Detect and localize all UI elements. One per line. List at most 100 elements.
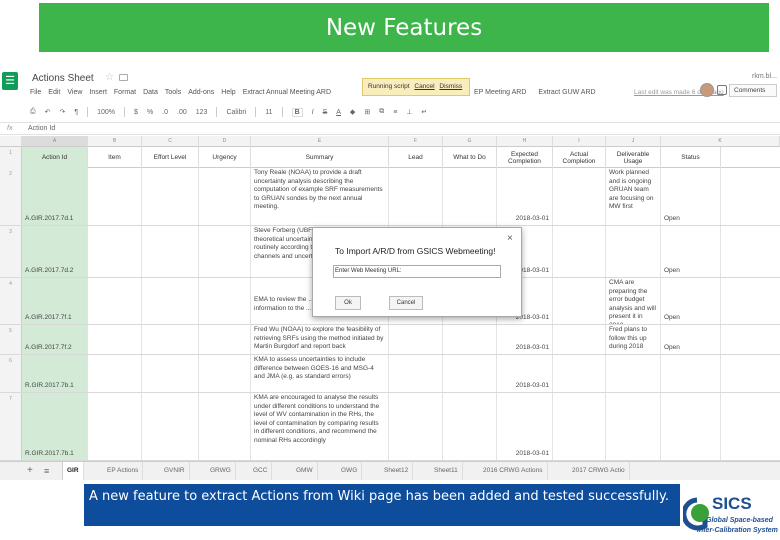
- cell-what-to-do[interactable]: [443, 325, 497, 354]
- select-all-corner[interactable]: [0, 136, 22, 147]
- header-summary[interactable]: Summary: [251, 147, 389, 168]
- formula-input[interactable]: Action Id: [28, 125, 55, 132]
- add-sheet-icon[interactable]: +: [27, 465, 33, 476]
- menu-addons[interactable]: Add-ons: [188, 89, 214, 101]
- cell-deliverable-usage[interactable]: [606, 393, 661, 460]
- cell-lead[interactable]: [389, 168, 443, 225]
- cell-item[interactable]: [88, 278, 142, 324]
- cell-status[interactable]: Open: [661, 226, 721, 277]
- cell-deliverable-usage[interactable]: [606, 355, 661, 392]
- text-color-button[interactable]: A: [336, 109, 341, 116]
- column-header-g[interactable]: G: [443, 136, 497, 147]
- column-header-j[interactable]: J: [606, 136, 661, 147]
- cell-status[interactable]: [661, 393, 721, 460]
- menu-extract-ep-meeting[interactable]: EP Meeting ARD: [474, 89, 526, 96]
- cell-lead[interactable]: [389, 355, 443, 392]
- comments-icon[interactable]: [717, 85, 727, 95]
- cell-action-id[interactable]: A.GIR.2017.7f.2: [22, 325, 88, 354]
- column-header-b[interactable]: B: [88, 136, 142, 147]
- cancel-button[interactable]: Cancel: [389, 296, 423, 310]
- italic-button[interactable]: I: [312, 109, 314, 116]
- cell-summary[interactable]: Fred Wu (NOAA) to explore the feasibilit…: [251, 325, 389, 354]
- cell-status[interactable]: Open: [661, 278, 721, 324]
- row-number[interactable]: 7: [0, 393, 22, 460]
- cell-summary[interactable]: KMA are encouraged to analyse the result…: [251, 393, 389, 460]
- align-icon[interactable]: ≡: [393, 109, 397, 116]
- menu-insert[interactable]: Insert: [89, 89, 107, 101]
- header-what-to-do[interactable]: What to Do: [443, 147, 497, 168]
- column-header-f[interactable]: F: [389, 136, 443, 147]
- currency-format-button[interactable]: $: [134, 109, 138, 116]
- header-lead[interactable]: Lead: [389, 147, 443, 168]
- cell-actual-completion[interactable]: [553, 325, 606, 354]
- cell-action-id[interactable]: A.GIR.2017.7d.2: [22, 226, 88, 277]
- cell-urgency[interactable]: [199, 278, 251, 324]
- tab-gwg[interactable]: GWG: [337, 462, 363, 480]
- font-size-select[interactable]: 11: [265, 109, 272, 116]
- cell-status[interactable]: Open: [661, 325, 721, 354]
- tab-gmw[interactable]: GMW: [292, 462, 318, 480]
- menu-format[interactable]: Format: [114, 89, 136, 101]
- cell-effort[interactable]: [142, 168, 199, 225]
- menu-help[interactable]: Help: [221, 89, 235, 101]
- cell-urgency[interactable]: [199, 325, 251, 354]
- header-item[interactable]: Item: [88, 147, 142, 168]
- merge-cells-icon[interactable]: ⧉: [379, 108, 384, 116]
- cell-item[interactable]: [88, 325, 142, 354]
- column-header-k[interactable]: K: [661, 136, 780, 147]
- cell-action-id[interactable]: A.GIR.2017.7d.1: [22, 168, 88, 225]
- header-urgency[interactable]: Urgency: [199, 147, 251, 168]
- cell-deliverable-usage[interactable]: Work planned and is ongoing GRUAN team a…: [606, 168, 661, 225]
- menu-file[interactable]: File: [30, 89, 41, 101]
- header-actual-completion[interactable]: Actual Completion: [553, 147, 606, 168]
- cell-action-id[interactable]: R.GIR.2017.7b.1: [22, 393, 88, 460]
- cell-item[interactable]: [88, 168, 142, 225]
- row-number[interactable]: 4: [0, 278, 22, 324]
- cell-status[interactable]: Open: [661, 168, 721, 225]
- menu-tools[interactable]: Tools: [165, 89, 181, 101]
- menu-edit[interactable]: Edit: [48, 89, 60, 101]
- cell-urgency[interactable]: [199, 393, 251, 460]
- cell-summary[interactable]: KMA to assess uncertainties to include d…: [251, 355, 389, 392]
- column-header-e[interactable]: E: [251, 136, 389, 147]
- cell-actual-completion[interactable]: [553, 355, 606, 392]
- valign-icon[interactable]: ⊥: [406, 108, 412, 116]
- cell-expected-completion[interactable]: 2018-03-01: [497, 355, 553, 392]
- cell-urgency[interactable]: [199, 226, 251, 277]
- menu-extract-annual-meeting[interactable]: Extract Annual Meeting ARD: [243, 89, 331, 101]
- comments-button[interactable]: Comments: [729, 84, 777, 97]
- cell-actual-completion[interactable]: [553, 226, 606, 277]
- avatar[interactable]: [700, 83, 714, 97]
- sheets-app-icon[interactable]: ☰: [2, 72, 18, 90]
- running-script-dismiss-link[interactable]: Dismiss: [439, 83, 462, 90]
- cell-actual-completion[interactable]: [553, 168, 606, 225]
- cell-what-to-do[interactable]: [443, 355, 497, 392]
- cell-item[interactable]: [88, 226, 142, 277]
- cell-deliverable-usage[interactable]: CMA are preparing the error budget analy…: [606, 278, 661, 324]
- folder-icon[interactable]: [119, 74, 128, 81]
- increase-decimals-button[interactable]: .00: [177, 109, 187, 116]
- decrease-decimals-button[interactable]: .0: [162, 109, 168, 116]
- row-number[interactable]: 2: [0, 168, 22, 225]
- more-formats-button[interactable]: 123: [196, 109, 208, 116]
- fill-color-icon[interactable]: ◆: [350, 108, 355, 116]
- cell-effort[interactable]: [142, 226, 199, 277]
- cell-lead[interactable]: [389, 393, 443, 460]
- tab-grwg[interactable]: GRWG: [206, 462, 236, 480]
- tab-gvnir[interactable]: GVNIR: [160, 462, 190, 480]
- account-label[interactable]: rkm.bl...: [752, 73, 777, 80]
- cell-item[interactable]: [88, 355, 142, 392]
- header-deliverable-usage[interactable]: Deliverable Usage: [606, 147, 661, 168]
- column-header-h[interactable]: H: [497, 136, 553, 147]
- wrap-icon[interactable]: ↵: [421, 108, 427, 116]
- redo-icon[interactable]: ↷: [59, 108, 65, 116]
- cell-expected-completion[interactable]: 2018-03-01: [497, 393, 553, 460]
- tab-ep-actions[interactable]: EP Actions: [103, 462, 144, 480]
- cell-item[interactable]: [88, 393, 142, 460]
- cell-lead[interactable]: [389, 325, 443, 354]
- font-select[interactable]: Calibri: [226, 109, 246, 116]
- zoom-select[interactable]: 100%: [97, 109, 115, 116]
- print-icon[interactable]: ⎙: [30, 108, 36, 116]
- menu-data[interactable]: Data: [143, 89, 158, 101]
- header-status[interactable]: Status: [661, 147, 721, 168]
